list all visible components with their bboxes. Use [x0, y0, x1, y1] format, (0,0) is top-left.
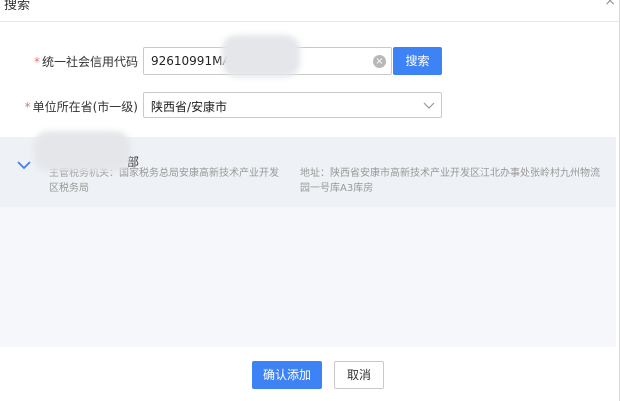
dialog-footer: 确认添加 取消 [0, 361, 620, 391]
region-selected-value: 陕西省/安康市 [151, 100, 228, 114]
close-icon[interactable]: × [604, 0, 616, 8]
company-address: 地址：陕西省安康市高新技术产业开发区江北办事处张岭村九州物流园一号库A3库房 [300, 168, 600, 194]
required-mark: * [33, 55, 40, 69]
region-row: * 单位所在省(市一级) 陕西省/安康市 [0, 92, 620, 120]
credit-code-label: * 统一社会信用代码 [33, 55, 138, 69]
confirm-add-button[interactable]: 确认添加 [252, 361, 322, 389]
dialog-title: 搜索 [4, 0, 31, 13]
redaction-blur [34, 131, 130, 171]
credit-code-row: * 统一社会信用代码 92610991MA × 搜索 [0, 47, 620, 75]
region-select[interactable]: 陕西省/安康市 [143, 92, 442, 118]
clear-circle-icon[interactable]: × [373, 55, 386, 68]
region-label: * 单位所在省(市一级) [24, 100, 138, 114]
search-button[interactable]: 搜索 [393, 47, 442, 75]
chevron-down-icon [423, 102, 435, 109]
cancel-button[interactable]: 取消 [334, 361, 384, 389]
credit-code-value: 92610991MA [151, 54, 231, 68]
search-dialog: 搜索 × * 统一社会信用代码 92610991MA × 搜索 * 单位所在省(市一… [0, 0, 620, 401]
dialog-title-bar: 搜索 × [0, 0, 620, 22]
redaction-blur [222, 35, 300, 77]
chevron-down-icon[interactable] [17, 160, 31, 170]
required-mark: * [24, 100, 31, 114]
